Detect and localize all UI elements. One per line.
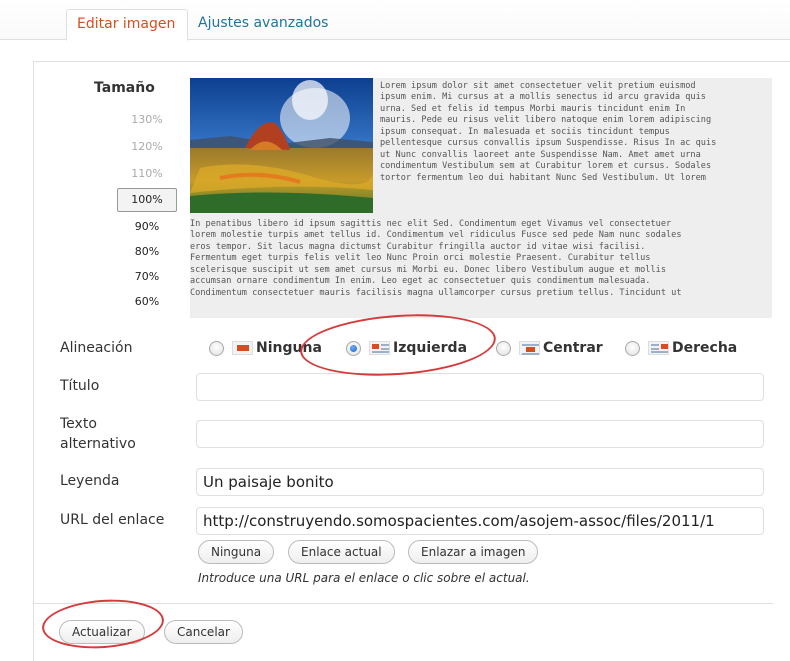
align-center-icon xyxy=(519,341,540,355)
size-option-70[interactable]: 70% xyxy=(117,265,177,289)
caption-label: Leyenda xyxy=(60,473,120,489)
size-option-100[interactable]: 100% xyxy=(117,188,177,212)
align-left-option[interactable]: Izquierda xyxy=(346,336,467,360)
alt-text-label: Texto alternativo xyxy=(60,416,136,452)
preview-text-line: tortor fermentum leo dui habitant Nunc S… xyxy=(380,172,706,183)
size-option-90[interactable]: 90% xyxy=(117,215,177,239)
align-right-option[interactable]: Derecha xyxy=(625,336,737,360)
preview-text-line: scelerisque suscipit ut sem amet cursus … xyxy=(190,264,666,275)
image-preview-area: Lorem ipsum dolor sit amet consectetuer … xyxy=(190,78,772,318)
link-hint-text: Introduce una URL para el enlace o clic … xyxy=(198,571,530,585)
preview-text-line: eros tempor. Sit lacus magna dictumst Cu… xyxy=(190,241,646,252)
size-option-110[interactable]: 110% xyxy=(117,162,177,186)
preview-text-line: In penatibus libero id ipsum sagittis ne… xyxy=(190,219,672,229)
size-option-80[interactable]: 80% xyxy=(117,240,177,264)
caption-input[interactable]: Un paisaje bonito xyxy=(196,468,764,496)
preview-text-line: ipsum consequat. In malesuada et sociis … xyxy=(380,126,670,137)
preview-text-line: Fermentum eget turpis felis velit leo Nu… xyxy=(190,253,651,264)
cancel-button[interactable]: Cancelar xyxy=(164,620,243,644)
preview-text-line: Lorem ipsum dolor sit amet consectetuer … xyxy=(380,81,696,91)
align-right-icon xyxy=(648,341,669,355)
preview-text-line: Condimentum consectetuer mauris facilisi… xyxy=(190,287,682,298)
tab-edit-image[interactable]: Editar imagen xyxy=(66,9,188,41)
align-right-radio[interactable] xyxy=(625,340,640,356)
align-none-label: Ninguna xyxy=(256,340,322,356)
title-input[interactable] xyxy=(196,373,764,401)
preview-text-line: condimentum Vestibulum sem at Curabitur … xyxy=(380,161,712,172)
title-label: Título xyxy=(60,378,100,394)
align-none-radio[interactable] xyxy=(209,340,224,356)
align-left-label: Izquierda xyxy=(393,340,468,356)
link-to-image-button[interactable]: Enlazar a imagen xyxy=(408,540,539,564)
align-left-icon xyxy=(369,341,390,355)
preview-text-line: accumsan ornare condimentum In enim. Leo… xyxy=(190,276,651,287)
align-left-radio[interactable] xyxy=(346,340,361,356)
alt-text-input[interactable] xyxy=(196,420,764,448)
preview-text-line: pellentesque cursus convallis ipsum Susp… xyxy=(380,138,717,149)
align-right-label: Derecha xyxy=(672,340,738,356)
preview-text-line: mauris. Pede eu risus velit libero natoq… xyxy=(380,115,712,126)
tab-bar: Editar imagen Ajustes avanzados xyxy=(0,0,790,41)
landscape-geyser-image xyxy=(190,78,373,213)
size-option-60[interactable]: 60% xyxy=(117,290,177,314)
link-current-button[interactable]: Enlace actual xyxy=(288,540,395,564)
divider xyxy=(33,603,773,604)
preview-text-line: ipsum enim. Mi cursus at a mollis senect… xyxy=(380,92,706,103)
preview-text-line: urna. Sed et felis id tempus Morbi mauri… xyxy=(380,103,686,114)
size-option-120[interactable]: 120% xyxy=(117,135,177,159)
link-none-button[interactable]: Ninguna xyxy=(198,540,275,564)
alignment-label: Alineación xyxy=(60,340,133,356)
tab-advanced-settings[interactable]: Ajustes avanzados xyxy=(190,9,338,41)
size-option-130[interactable]: 130% xyxy=(117,108,177,132)
align-center-option[interactable]: Centrar xyxy=(496,336,603,360)
align-none-icon xyxy=(232,341,253,355)
link-url-label: URL del enlace xyxy=(60,512,165,528)
link-url-input[interactable]: http://construyendo.somospacientes.com/a… xyxy=(196,507,764,535)
preview-text-full: In penatibus libero id ipsum sagittis ne… xyxy=(190,219,682,299)
align-center-radio[interactable] xyxy=(496,340,511,356)
align-none-option[interactable]: Ninguna xyxy=(209,336,322,360)
align-center-label: Centrar xyxy=(543,340,603,356)
size-label: Tamaño xyxy=(94,80,155,96)
preview-text-line: lorem molestie turpis amet tellus id. Co… xyxy=(190,230,682,241)
preview-text-wrapped: Lorem ipsum dolor sit amet consectetuer … xyxy=(380,81,716,184)
update-button[interactable]: Actualizar xyxy=(59,620,145,644)
preview-text-line: ut Nunc convallis laoreet ante Suspendis… xyxy=(380,149,701,160)
